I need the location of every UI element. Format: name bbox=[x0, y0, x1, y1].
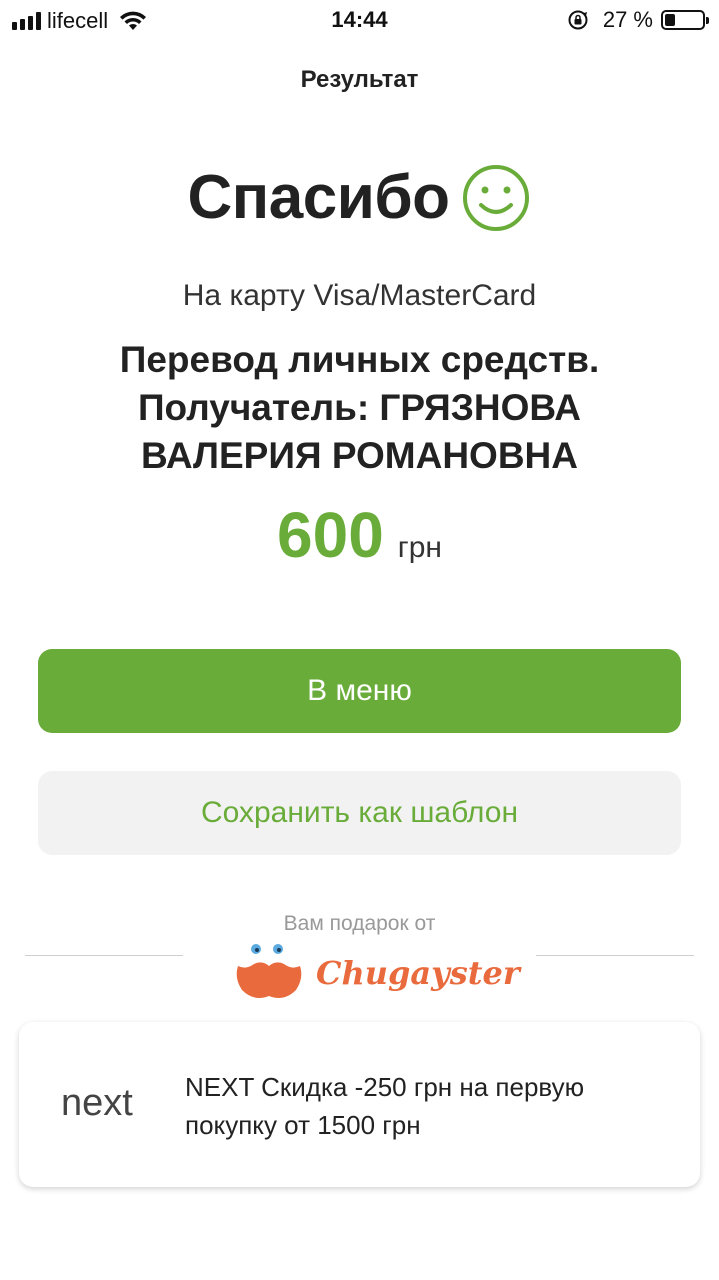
gift-label: Вам подарок от bbox=[283, 912, 436, 935]
battery-icon bbox=[661, 10, 709, 30]
thanks-text: Спасибо bbox=[187, 163, 450, 232]
to-menu-button[interactable]: В меню bbox=[38, 649, 681, 733]
page-title: Результат bbox=[300, 66, 419, 93]
battery-percent: 27 % bbox=[602, 7, 653, 32]
divider-left bbox=[25, 955, 183, 956]
amount-row: 600 грн bbox=[0, 498, 719, 572]
status-bar: lifecell 14:44 27 % bbox=[0, 0, 719, 40]
offer-text: NEXT Скидка -250 грн на первую покупку о… bbox=[185, 1072, 585, 1140]
divider-right bbox=[536, 955, 694, 956]
chugayster-name: Chugayster bbox=[316, 954, 520, 992]
next-logo: next bbox=[61, 1082, 133, 1124]
amount-value: 600 bbox=[277, 499, 384, 571]
chugayster-logo[interactable]: Chugayster bbox=[232, 940, 520, 1002]
battery-level bbox=[665, 14, 675, 26]
status-right: 27 % bbox=[567, 7, 709, 33]
transfer-target: На карту Visa/MasterCard bbox=[182, 279, 537, 312]
amount-currency: грн bbox=[397, 531, 442, 564]
thanks-header: Спасибо bbox=[0, 162, 719, 233]
transfer-purpose: Перевод личных средств. Получатель: ГРЯЗ… bbox=[119, 339, 600, 476]
rotation-lock-icon bbox=[568, 10, 588, 30]
save-template-button[interactable]: Сохранить как шаблон bbox=[38, 771, 681, 855]
mustache-icon bbox=[236, 944, 302, 998]
smile-icon bbox=[463, 164, 530, 231]
offer-card[interactable]: next NEXT Скидка -250 грн на первую поку… bbox=[19, 1022, 700, 1187]
